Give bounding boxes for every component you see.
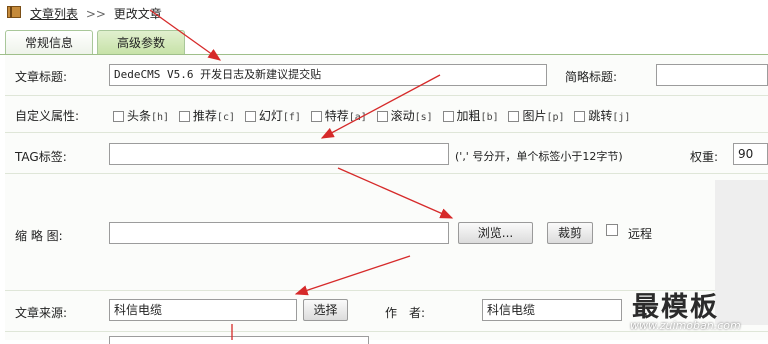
arrow-to-browse (337, 167, 454, 219)
annotation-arrows (149, 9, 454, 340)
arrow-to-tags (320, 74, 441, 139)
arrow-to-tab (149, 9, 222, 61)
arrow-to-source (294, 255, 411, 296)
